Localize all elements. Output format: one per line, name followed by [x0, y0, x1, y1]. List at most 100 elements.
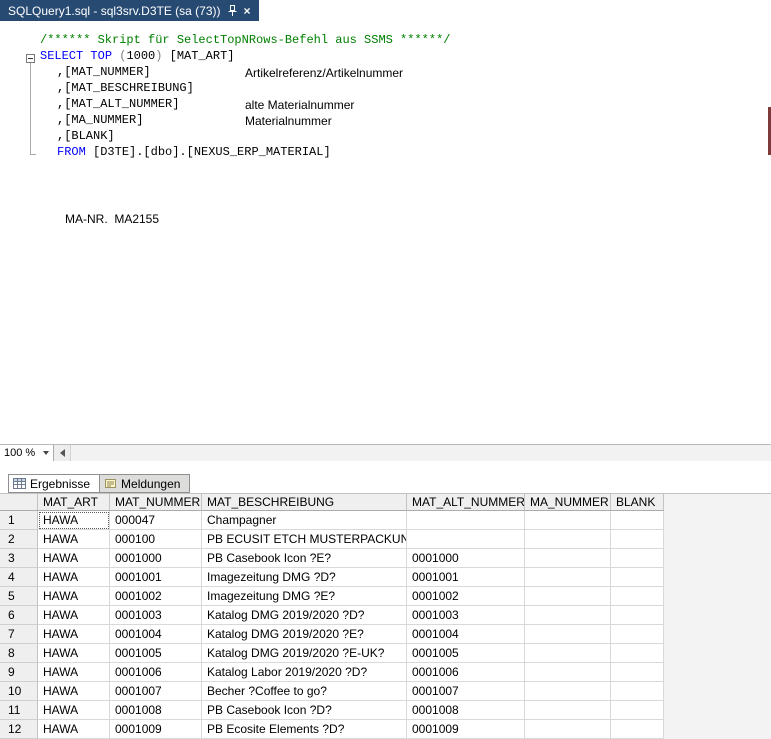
- cell-mat-alt-nummer[interactable]: 0001004: [407, 625, 525, 644]
- cell-blank[interactable]: [611, 568, 664, 587]
- cell-mat-beschreibung[interactable]: PB Casebook Icon ?D?: [202, 701, 407, 720]
- cell-mat-alt-nummer[interactable]: 0001009: [407, 720, 525, 739]
- cell-ma-nummer[interactable]: [525, 587, 611, 606]
- row-number-cell[interactable]: 11: [0, 701, 38, 720]
- cell-blank[interactable]: [611, 644, 664, 663]
- cell-mat-art[interactable]: HAWA: [38, 701, 110, 720]
- cell-mat-art[interactable]: HAWA: [38, 663, 110, 682]
- cell-mat-nummer[interactable]: 0001001: [110, 568, 202, 587]
- cell-ma-nummer[interactable]: [525, 568, 611, 587]
- cell-blank[interactable]: [611, 701, 664, 720]
- cell-mat-nummer[interactable]: 0001004: [110, 625, 202, 644]
- cell-mat-nummer[interactable]: 0001009: [110, 720, 202, 739]
- cell-mat-nummer[interactable]: 000100: [110, 530, 202, 549]
- cell-mat-nummer[interactable]: 000047: [110, 511, 202, 530]
- cell-ma-nummer[interactable]: [525, 511, 611, 530]
- cell-blank[interactable]: [611, 663, 664, 682]
- cell-mat-nummer[interactable]: 0001003: [110, 606, 202, 625]
- document-tab[interactable]: SQLQuery1.sql - sql3srv.D3TE (sa (73)) ×: [0, 0, 259, 21]
- cell-mat-art[interactable]: HAWA: [38, 625, 110, 644]
- cell-ma-nummer[interactable]: [525, 663, 611, 682]
- column-header-ma-nummer[interactable]: MA_NUMMER: [525, 494, 611, 511]
- cell-mat-beschreibung[interactable]: Becher ?Coffee to go?: [202, 682, 407, 701]
- cell-mat-beschreibung[interactable]: Imagezeitung DMG ?D?: [202, 568, 407, 587]
- cell-mat-art[interactable]: HAWA: [38, 606, 110, 625]
- cell-ma-nummer[interactable]: [525, 606, 611, 625]
- cell-mat-alt-nummer[interactable]: [407, 511, 525, 530]
- cell-mat-beschreibung[interactable]: PB Casebook Icon ?E?: [202, 549, 407, 568]
- cell-mat-alt-nummer[interactable]: 0001007: [407, 682, 525, 701]
- column-header-mat-art[interactable]: MAT_ART: [38, 494, 110, 511]
- grid-corner-cell[interactable]: [0, 494, 38, 511]
- row-number-cell[interactable]: 4: [0, 568, 38, 587]
- cell-ma-nummer[interactable]: [525, 644, 611, 663]
- cell-ma-nummer[interactable]: [525, 682, 611, 701]
- scroll-left-button[interactable]: [54, 445, 71, 461]
- cell-blank[interactable]: [611, 720, 664, 739]
- cell-mat-beschreibung[interactable]: Katalog DMG 2019/2020 ?D?: [202, 606, 407, 625]
- row-number-cell[interactable]: 7: [0, 625, 38, 644]
- cell-mat-alt-nummer[interactable]: 0001006: [407, 663, 525, 682]
- tab-meldungen[interactable]: Meldungen: [100, 474, 190, 493]
- cell-ma-nummer[interactable]: [525, 625, 611, 644]
- row-number-cell[interactable]: 10: [0, 682, 38, 701]
- column-header-mat-alt-nummer[interactable]: MAT_ALT_NUMMER: [407, 494, 525, 511]
- cell-mat-art[interactable]: HAWA: [38, 587, 110, 606]
- cell-mat-nummer[interactable]: 0001006: [110, 663, 202, 682]
- cell-mat-alt-nummer[interactable]: 0001008: [407, 701, 525, 720]
- zoom-dropdown[interactable]: 100 %: [0, 445, 54, 461]
- cell-ma-nummer[interactable]: [525, 530, 611, 549]
- row-number-cell[interactable]: 5: [0, 587, 38, 606]
- cell-blank[interactable]: [611, 625, 664, 644]
- column-header-mat-nummer[interactable]: MAT_NUMMER: [110, 494, 202, 511]
- close-icon[interactable]: ×: [244, 5, 251, 17]
- cell-mat-art[interactable]: HAWA: [38, 511, 110, 530]
- cell-mat-nummer[interactable]: 0001008: [110, 701, 202, 720]
- cell-mat-beschreibung[interactable]: Imagezeitung DMG ?E?: [202, 587, 407, 606]
- cell-mat-art[interactable]: HAWA: [38, 549, 110, 568]
- column-header-blank[interactable]: BLANK: [611, 494, 664, 511]
- cell-mat-art[interactable]: HAWA: [38, 530, 110, 549]
- cell-blank[interactable]: [611, 530, 664, 549]
- cell-mat-nummer[interactable]: 0001002: [110, 587, 202, 606]
- cell-mat-alt-nummer[interactable]: [407, 530, 525, 549]
- cell-blank[interactable]: [611, 587, 664, 606]
- cell-mat-alt-nummer[interactable]: 0001000: [407, 549, 525, 568]
- cell-mat-nummer[interactable]: 0001007: [110, 682, 202, 701]
- row-number-cell[interactable]: 1: [0, 511, 38, 530]
- cell-mat-art[interactable]: HAWA: [38, 568, 110, 587]
- horizontal-scrollbar[interactable]: [71, 445, 771, 461]
- cell-blank[interactable]: [611, 549, 664, 568]
- column-header-mat-beschreibung[interactable]: MAT_BESCHREIBUNG: [202, 494, 407, 511]
- cell-ma-nummer[interactable]: [525, 549, 611, 568]
- cell-mat-beschreibung[interactable]: Katalog Labor 2019/2020 ?D?: [202, 663, 407, 682]
- sql-editor[interactable]: /****** Skript für SelectTopNRows-Befehl…: [0, 21, 771, 444]
- cell-mat-alt-nummer[interactable]: 0001005: [407, 644, 525, 663]
- row-number-cell[interactable]: 2: [0, 530, 38, 549]
- cell-mat-beschreibung[interactable]: PB Ecosite Elements ?D?: [202, 720, 407, 739]
- cell-mat-beschreibung[interactable]: Katalog DMG 2019/2020 ?E-UK?: [202, 644, 407, 663]
- cell-ma-nummer[interactable]: [525, 720, 611, 739]
- cell-mat-nummer[interactable]: 0001000: [110, 549, 202, 568]
- cell-mat-alt-nummer[interactable]: 0001001: [407, 568, 525, 587]
- row-number-cell[interactable]: 12: [0, 720, 38, 739]
- cell-mat-art[interactable]: HAWA: [38, 720, 110, 739]
- cell-mat-beschreibung[interactable]: PB ECUSIT ETCH MUSTERPACKUNG: [202, 530, 407, 549]
- cell-mat-alt-nummer[interactable]: 0001003: [407, 606, 525, 625]
- cell-blank[interactable]: [611, 606, 664, 625]
- row-number-cell[interactable]: 6: [0, 606, 38, 625]
- row-number-cell[interactable]: 3: [0, 549, 38, 568]
- row-number-cell[interactable]: 8: [0, 644, 38, 663]
- cell-mat-nummer[interactable]: 0001005: [110, 644, 202, 663]
- cell-mat-art[interactable]: HAWA: [38, 682, 110, 701]
- cell-mat-art[interactable]: HAWA: [38, 644, 110, 663]
- row-number-cell[interactable]: 9: [0, 663, 38, 682]
- tab-ergebnisse[interactable]: Ergebnisse: [8, 474, 100, 493]
- cell-mat-beschreibung[interactable]: Champagner: [202, 511, 407, 530]
- cell-mat-beschreibung[interactable]: Katalog DMG 2019/2020 ?E?: [202, 625, 407, 644]
- cell-blank[interactable]: [611, 511, 664, 530]
- pin-icon[interactable]: [228, 5, 237, 16]
- cell-blank[interactable]: [611, 682, 664, 701]
- cell-ma-nummer[interactable]: [525, 701, 611, 720]
- cell-mat-alt-nummer[interactable]: 0001002: [407, 587, 525, 606]
